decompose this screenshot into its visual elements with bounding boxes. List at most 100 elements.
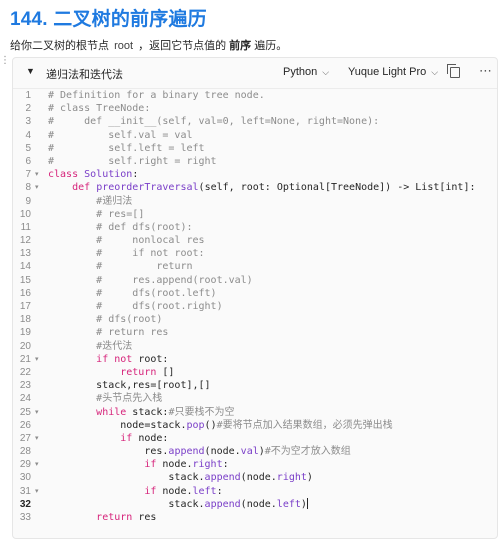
code-line[interactable]: 23 stack,res=[root],[] [13,379,497,392]
description-text: 给你二叉树的根节点 [10,40,113,52]
code-line[interactable]: 15 # res.append(root.val) [13,274,497,287]
code-token: left [276,498,301,510]
code-token: if [144,459,157,471]
line-number: 19 [19,327,31,339]
code-line[interactable]: 16 # dfs(root.left) [13,287,497,300]
fold-chevron-icon[interactable]: ▾ [35,181,39,194]
code-token: left [192,485,217,497]
code-line[interactable]: 20 #迭代法 [13,340,497,353]
code-line[interactable]: 12 # nonlocal res [13,234,497,247]
code-line[interactable]: 31 ▾ if node.left: [13,485,497,498]
code-token: # Definition for a binary tree node. [48,90,265,101]
code-line[interactable]: 33 return res [13,511,497,524]
code-line[interactable]: 32 stack.append(node.left) [13,498,497,511]
code-text: stack,res=[root],[] [48,379,210,392]
code-editor[interactable]: 1 # Definition for a binary tree node. 2 # … [13,89,497,524]
code-line[interactable]: 24 #头节点先入栈 [13,392,497,405]
code-line[interactable]: 25 ▾ while stack:#只要栈不为空 [13,406,497,419]
drag-handle-icon[interactable]: ⋮ [0,56,10,70]
code-line[interactable]: 2 # class TreeNode: [13,102,497,115]
code-line[interactable]: 10 # res=[] [13,208,497,221]
code-line[interactable]: 6 # self.right = right [13,155,497,168]
code-line[interactable]: 18 # dfs(root) [13,313,497,326]
description-text: ，返回它节点值的 [135,40,230,52]
code-line[interactable]: 21 ▾ if not root: [13,353,497,366]
line-number: 3 [25,116,31,128]
line-number: 12 [19,235,31,247]
line-number: 28 [19,446,31,458]
code-line[interactable]: 26 node=stack.pop()#要将节点加入结果数组，必须先弹出栈 [13,419,497,432]
more-icon[interactable]: ⋯ [479,63,492,79]
code-line[interactable]: 4 # self.val = val [13,129,497,142]
code-token: # self.right = right [48,155,217,167]
language-select[interactable]: Python ⌵ [283,66,329,78]
code-token: # dfs(root) [96,314,163,326]
code-line[interactable]: 27 ▾ if node: [13,432,497,445]
code-token: # if not root: [96,248,205,260]
copy-icon[interactable] [447,64,460,78]
code-token: (node. [204,446,241,458]
code-line[interactable]: 30 stack.append(node.right) [13,471,497,484]
code-line[interactable]: 1 # Definition for a binary tree node. [13,89,497,102]
code-line[interactable]: 9 #递归法 [13,195,497,208]
code-text: # Definition for a binary tree node. [48,89,265,102]
line-number: 14 [19,261,31,273]
fold-chevron-icon[interactable]: ▾ [35,485,39,498]
fold-chevron-icon[interactable]: ▾ [35,168,39,181]
fold-chevron-icon[interactable]: ▾ [35,432,39,445]
code-token: if [144,485,157,497]
code-token: # def dfs(root): [96,221,193,233]
line-number: 5 [25,142,31,154]
code-token: #迭代法 [96,340,133,352]
line-number: 27 [19,432,31,444]
code-line[interactable]: 14 # return [13,260,497,273]
code-text: if node.left: [48,485,222,498]
code-line[interactable]: 29 ▾ if node.right: [13,458,497,471]
code-token: node: [132,432,169,444]
code-line[interactable]: 19 # return res [13,326,497,339]
language-select-value: Python [283,66,318,78]
fold-chevron-icon[interactable]: ▾ [35,458,39,471]
fold-chevron-icon[interactable]: ▾ [35,406,39,419]
code-line[interactable]: 3 # def __init__(self, val=0, left=None, … [13,115,497,128]
code-text: # self.left = left [48,142,205,155]
collapse-toggle-icon[interactable]: ▼ [26,66,35,76]
fold-chevron-icon[interactable]: ▾ [35,353,39,366]
code-line[interactable]: 13 # if not root: [13,247,497,260]
code-line[interactable]: 17 # dfs(root.right) [13,300,497,313]
code-line[interactable]: 7 ▾ class Solution: [13,168,497,181]
line-number: 22 [19,366,31,378]
code-token: #只要栈不为空 [168,406,235,418]
code-token: (self, root: Optional[TreeNode]) -> List… [198,182,476,194]
code-token: [] [156,366,175,378]
line-number: 11 [20,221,31,233]
code-text: if not root: [48,353,168,366]
code-text: # dfs(root.left) [48,287,216,300]
code-token: res. [48,446,169,458]
code-line[interactable]: 28 res.append(node.val)#不为空才放入数组 [13,445,497,458]
code-line[interactable]: 8 ▾ def preorderTraversal(self, root: Opt… [13,181,497,194]
code-token: return [120,366,157,378]
theme-select[interactable]: Yuque Light Pro ⌵ [348,66,438,78]
code-text: class Solution: [48,168,138,181]
code-token: : [222,459,229,471]
chevron-down-icon: ⌵ [431,67,439,77]
code-token: root: [132,353,169,365]
line-number: 26 [19,419,31,431]
code-token: # return [96,261,193,273]
code-line[interactable]: 11 # def dfs(root): [13,221,497,234]
line-number: 16 [19,287,31,299]
line-number: 9 [25,195,31,207]
code-token: ) [306,472,313,484]
code-line[interactable]: 5 # self.left = left [13,142,497,155]
code-line[interactable]: 22 return [] [13,366,497,379]
code-text: # class TreeNode: [48,102,150,115]
